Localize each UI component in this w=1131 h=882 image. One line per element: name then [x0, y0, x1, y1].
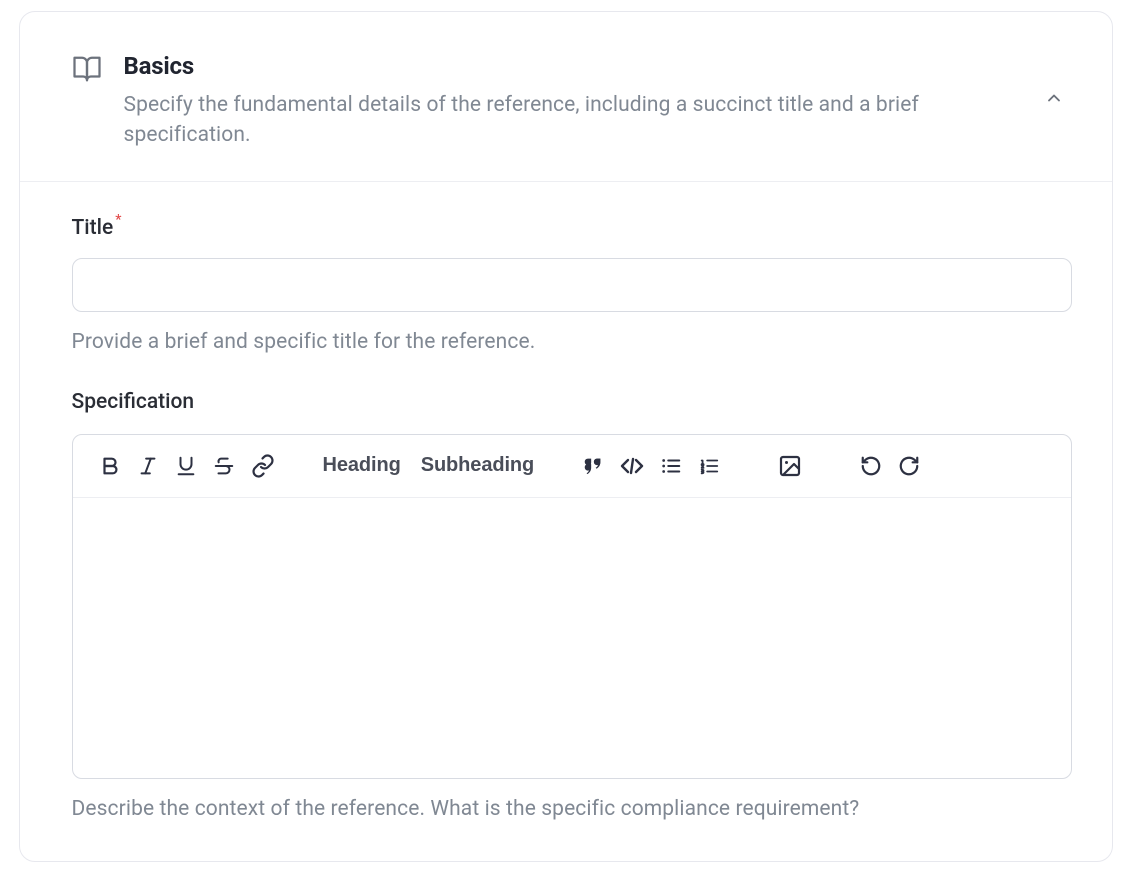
basics-panel: Basics Specify the fundamental details o… [19, 11, 1113, 862]
underline-button[interactable] [171, 451, 201, 481]
title-label: Title * [72, 216, 122, 240]
panel-description: Specify the fundamental details of the r… [124, 90, 1004, 151]
basics-panel-header: Basics Specify the fundamental details o… [20, 12, 1112, 182]
chevron-up-icon [1044, 88, 1064, 108]
bullet-list-icon [660, 455, 682, 477]
specification-input[interactable] [73, 498, 1071, 778]
title-help: Provide a brief and specific title for t… [72, 330, 1072, 354]
image-button[interactable] [774, 451, 806, 481]
undo-icon [860, 455, 882, 477]
specification-label: Specification [72, 390, 195, 414]
italic-icon [137, 455, 159, 477]
basics-panel-body: Title * Provide a brief and specific tit… [20, 182, 1112, 861]
panel-title: Basics [124, 52, 1072, 80]
code-icon [620, 454, 644, 478]
editor-toolbar: Heading Subheading [73, 435, 1071, 498]
subheading-button[interactable]: Subheading [415, 451, 540, 481]
collapse-button[interactable] [1040, 84, 1068, 112]
blockquote-button[interactable] [578, 451, 608, 481]
undo-button[interactable] [856, 451, 886, 481]
title-input[interactable] [72, 258, 1072, 312]
link-button[interactable] [247, 451, 279, 481]
underline-icon [175, 455, 197, 477]
title-label-text: Title [72, 216, 114, 240]
strikethrough-icon [213, 455, 235, 477]
bold-icon [99, 455, 121, 477]
bullet-list-button[interactable] [656, 451, 686, 481]
bold-button[interactable] [95, 451, 125, 481]
specification-editor: Heading Subheading [72, 434, 1072, 779]
italic-button[interactable] [133, 451, 163, 481]
image-icon [778, 454, 802, 478]
specification-field: Specification [72, 390, 1072, 821]
title-field: Title * Provide a brief and specific tit… [72, 216, 1072, 354]
required-marker: * [115, 212, 121, 228]
ordered-list-button[interactable] [694, 451, 724, 481]
redo-icon [898, 455, 920, 477]
book-open-icon [72, 54, 102, 84]
redo-button[interactable] [894, 451, 924, 481]
strikethrough-button[interactable] [209, 451, 239, 481]
heading-button[interactable]: Heading [317, 451, 407, 481]
specification-help: Describe the context of the reference. W… [72, 797, 1072, 821]
code-button[interactable] [616, 451, 648, 481]
link-icon [251, 454, 275, 478]
quote-icon [582, 455, 604, 477]
ordered-list-icon [698, 455, 720, 477]
